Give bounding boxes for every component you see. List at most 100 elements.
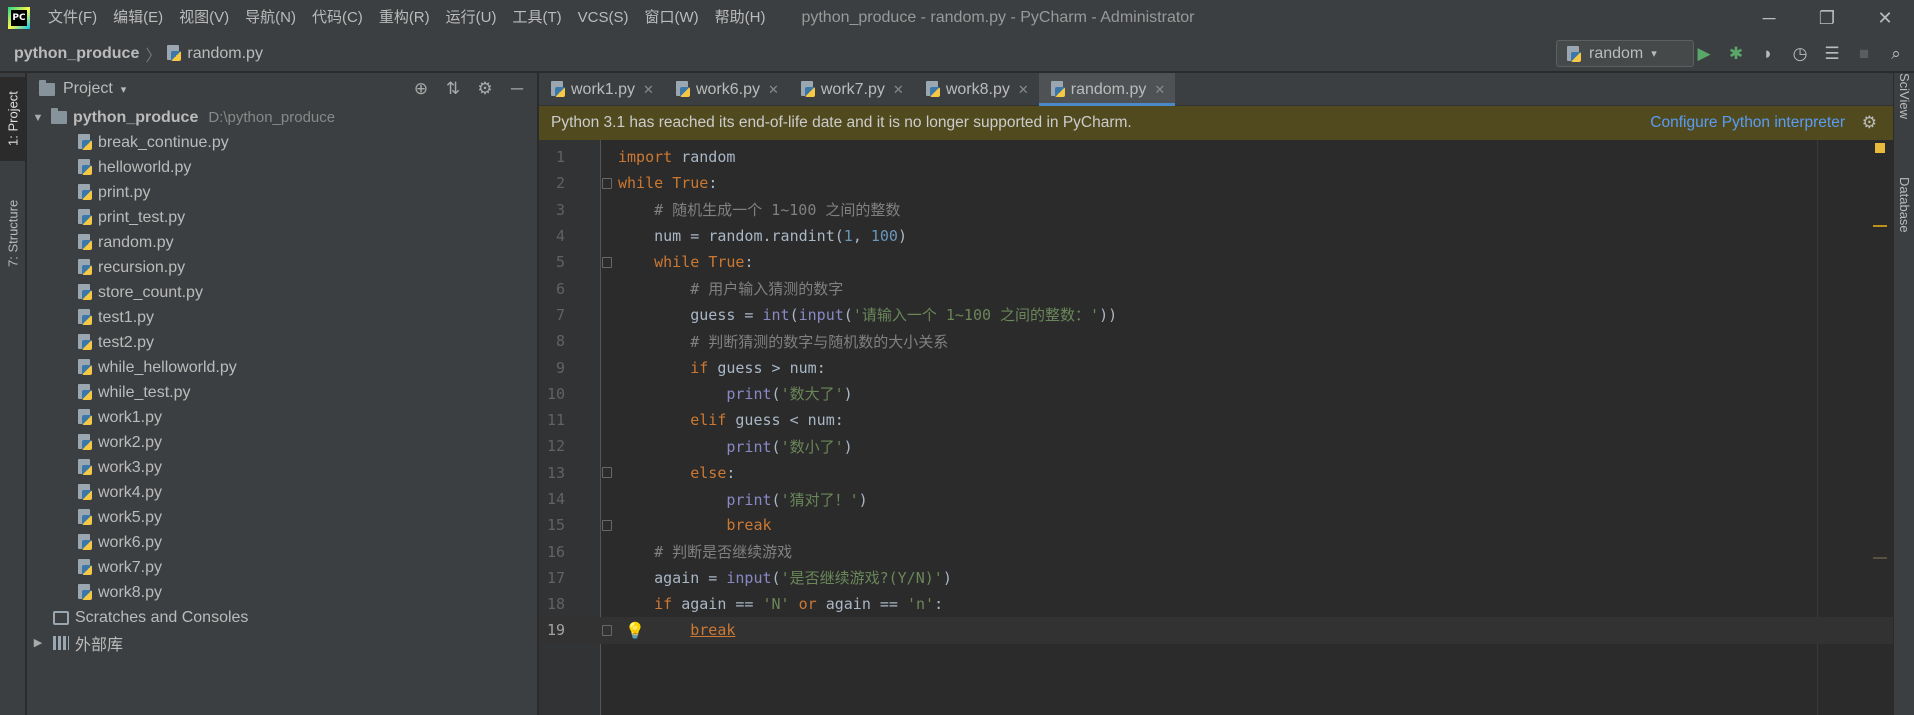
close-icon[interactable]: ✕ <box>768 82 779 98</box>
close-icon[interactable]: ✕ <box>1018 82 1029 98</box>
fold-icon[interactable] <box>602 519 612 531</box>
tool-tab-sciview[interactable]: SciView <box>1894 73 1914 153</box>
menu-code[interactable]: 代码(C) <box>304 0 371 36</box>
code-line-current[interactable]: 19 💡 break <box>539 617 1893 644</box>
code-line[interactable]: 10 print('数大了') <box>539 381 1893 407</box>
run-configuration-selector[interactable]: random ▾ <box>1556 40 1694 67</box>
tree-file[interactable]: while_helloworld.py <box>27 355 537 380</box>
code-line[interactable]: 3 # 随机生成一个 1~100 之间的整数 <box>539 197 1893 223</box>
tree-file[interactable]: helloworld.py <box>27 155 537 180</box>
profile-icon[interactable]: ◷ <box>1784 42 1816 66</box>
code-line[interactable]: 8 # 判断猜测的数字与随机数的大小关系 <box>539 328 1893 354</box>
code-line[interactable]: 15 break <box>539 512 1893 538</box>
menu-tools[interactable]: 工具(T) <box>504 0 569 36</box>
tool-tab-project[interactable]: 1: Project <box>0 77 26 161</box>
expand-arrow-icon[interactable]: ▼ <box>29 112 47 124</box>
fold-icon[interactable] <box>602 467 612 479</box>
tab-work6[interactable]: work6.py ✕ <box>664 73 789 106</box>
tree-file[interactable]: work6.py <box>27 530 537 555</box>
menu-edit[interactable]: 编辑(E) <box>105 0 171 36</box>
tree-file[interactable]: print.py <box>27 180 537 205</box>
minimize-button[interactable]: ─ <box>1740 0 1798 36</box>
tree-file[interactable]: test1.py <box>27 305 537 330</box>
code-line[interactable]: 18 if again == 'N' or again == 'n': <box>539 591 1893 617</box>
chevron-down-icon[interactable]: ▾ <box>121 83 127 96</box>
tree-file[interactable]: recursion.py <box>27 255 537 280</box>
tree-file[interactable]: break_continue.py <box>27 130 537 155</box>
error-stripe[interactable] <box>1873 140 1887 715</box>
debug-icon[interactable]: ✱ <box>1720 42 1752 66</box>
tree-file[interactable]: test2.py <box>27 330 537 355</box>
stripe-mark[interactable] <box>1873 225 1887 227</box>
menu-window[interactable]: 窗口(W) <box>636 0 706 36</box>
interpreter-warning-banner: Python 3.1 has reached its end-of-life d… <box>539 106 1893 140</box>
menu-vcs[interactable]: VCS(S) <box>570 0 637 36</box>
breadcrumb-file[interactable]: random.py <box>167 45 263 63</box>
tree-scratches[interactable]: Scratches and Consoles <box>27 605 537 630</box>
stripe-mark[interactable] <box>1873 557 1887 559</box>
code-line[interactable]: 1 import random <box>539 144 1893 170</box>
expand-arrow-icon[interactable]: ▶ <box>29 636 47 649</box>
stop-icon[interactable]: ■ <box>1848 42 1880 66</box>
locate-file-icon[interactable]: ⊕ <box>405 79 437 99</box>
restore-button[interactable]: ❐ <box>1798 0 1856 36</box>
code-line[interactable]: 6 # 用户输入猜测的数字 <box>539 275 1893 301</box>
code-line[interactable]: 16 # 判断是否继续游戏 <box>539 538 1893 564</box>
close-icon[interactable]: ✕ <box>643 82 654 98</box>
code-line[interactable]: 2 while True: <box>539 170 1893 196</box>
code-line[interactable]: 17 again = input('是否继续游戏?(Y/N)') <box>539 565 1893 591</box>
code-line[interactable]: 11 elif guess < num: <box>539 407 1893 433</box>
tree-file[interactable]: work5.py <box>27 505 537 530</box>
collapse-all-icon[interactable]: ⇅ <box>437 79 469 99</box>
tree-file[interactable]: work3.py <box>27 455 537 480</box>
configure-interpreter-link[interactable]: Configure Python interpreter <box>1650 114 1845 132</box>
close-icon[interactable]: ✕ <box>893 82 904 98</box>
breadcrumb-project[interactable]: python_produce <box>14 45 139 63</box>
coverage-icon[interactable]: ◗ <box>1752 42 1784 66</box>
tree-external-libraries[interactable]: ▶ 外部库 <box>27 630 537 655</box>
close-button[interactable]: ✕ <box>1856 0 1914 36</box>
code-line[interactable]: 4 num = random.randint(1, 100) <box>539 223 1893 249</box>
menu-run[interactable]: 运行(U) <box>438 0 505 36</box>
run-icon[interactable]: ▶ <box>1688 42 1720 66</box>
tree-root[interactable]: ▼ python_produce D:\python_produce <box>27 105 537 130</box>
tool-tab-database[interactable]: Database <box>1894 177 1914 267</box>
fold-icon[interactable] <box>602 256 612 268</box>
menu-navigate[interactable]: 导航(N) <box>237 0 304 36</box>
warning-indicator-icon[interactable] <box>1875 143 1885 153</box>
tab-random[interactable]: random.py ✕ <box>1038 73 1176 106</box>
code-line[interactable]: 14 print('猜对了！') <box>539 486 1893 512</box>
tree-file[interactable]: while_test.py <box>27 380 537 405</box>
tab-work1[interactable]: work1.py ✕ <box>539 73 664 106</box>
tab-work8[interactable]: work8.py ✕ <box>914 73 1039 106</box>
tool-tab-structure[interactable]: 7: Structure <box>0 183 26 283</box>
code-line[interactable]: 5 while True: <box>539 249 1893 275</box>
menu-refactor[interactable]: 重构(R) <box>371 0 438 36</box>
gear-icon[interactable]: ⚙ <box>1862 113 1877 133</box>
menu-help[interactable]: 帮助(H) <box>707 0 774 36</box>
code-line[interactable]: 12 print('数小了') <box>539 433 1893 459</box>
fold-icon[interactable] <box>602 177 612 189</box>
tree-file[interactable]: print_test.py <box>27 205 537 230</box>
close-icon[interactable]: ✕ <box>1154 82 1165 98</box>
concurrency-icon[interactable]: ☰ <box>1816 42 1848 66</box>
search-icon[interactable]: ⌕ <box>1880 42 1912 66</box>
tree-file[interactable]: work1.py <box>27 405 537 430</box>
tree-file[interactable]: work4.py <box>27 480 537 505</box>
code-line[interactable]: 9 if guess > num: <box>539 354 1893 380</box>
code-line[interactable]: 7 guess = int(input('请输入一个 1~100 之间的整数：'… <box>539 302 1893 328</box>
tree-file[interactable]: store_count.py <box>27 280 537 305</box>
tree-file[interactable]: work2.py <box>27 430 537 455</box>
tree-file[interactable]: work7.py <box>27 555 537 580</box>
tree-file[interactable]: random.py <box>27 230 537 255</box>
code-line[interactable]: 13 else: <box>539 460 1893 486</box>
tree-file[interactable]: work8.py <box>27 580 537 605</box>
code-area[interactable]: 1 import random 2 while True: 3 # 随机生成一个 1… <box>539 140 1893 715</box>
menu-view[interactable]: 视图(V) <box>171 0 237 36</box>
fold-icon[interactable] <box>602 624 612 636</box>
project-panel-title[interactable]: Project <box>63 80 113 98</box>
tab-work7[interactable]: work7.py ✕ <box>789 73 914 106</box>
menu-file[interactable]: 文件(F) <box>40 0 105 36</box>
hide-panel-icon[interactable]: ─ <box>501 79 533 99</box>
gear-icon[interactable]: ⚙ <box>469 79 501 99</box>
